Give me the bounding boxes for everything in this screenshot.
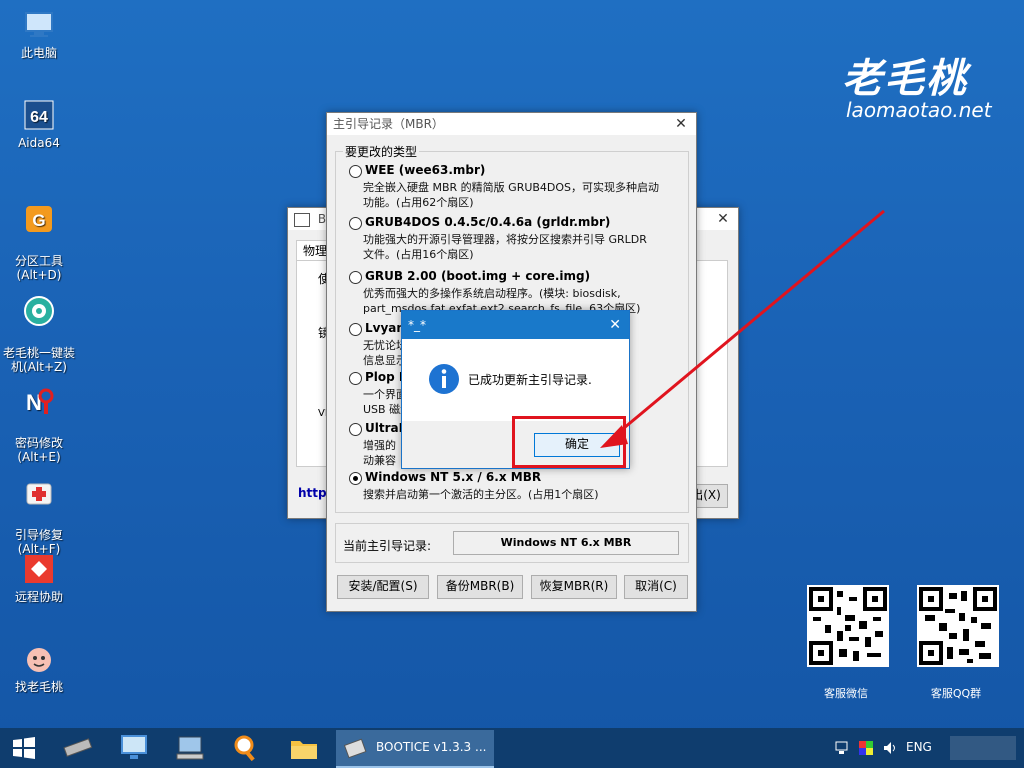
memory-chip-icon[interactable] [62, 732, 94, 764]
mbr-group-label: 要更改的类型 [343, 143, 420, 160]
mbr-titlebar[interactable]: 主引导记录（MBR） ✕ [327, 113, 696, 135]
info-icon [429, 364, 459, 394]
message-box-title: *_* [408, 318, 426, 332]
volume-tray-icon[interactable] [882, 740, 898, 756]
cancel-button[interactable]: 取消(C) [624, 575, 688, 599]
brand-logo: 老毛桃 [842, 55, 968, 102]
message-box-titlebar[interactable]: *_* ✕ [402, 311, 629, 339]
desktop-icon-label: 此电脑 [20, 46, 57, 60]
close-icon[interactable]: ✕ [609, 311, 621, 339]
brand-url: laomaotao.net [846, 98, 992, 122]
mbr-title: 主引导记录（MBR） [333, 117, 444, 131]
taskbar-task-label: BOOTICE v1.3.3 ... [376, 740, 487, 754]
option-desc-windows-nt: 搜索并启动第一个激活的主分区。(占用1个扇区) [363, 488, 599, 501]
radio-grub2[interactable] [349, 271, 362, 284]
device-manager-icon[interactable] [174, 732, 206, 764]
desktop-icon-partition[interactable]: G 分区工具 (Alt+D) [4, 188, 74, 282]
computer-icon [25, 12, 53, 37]
language-indicator[interactable]: ENG [906, 740, 932, 754]
restore-mbr-button[interactable]: 恢复MBR(R) [531, 575, 617, 599]
taskbar-active-task[interactable]: BOOTICE v1.3.3 ... [336, 730, 494, 768]
bootice-app-icon [294, 212, 310, 227]
taskbar: BOOTICE v1.3.3 ... ENG [0, 728, 1024, 768]
qr-caption-qq: 客服QQ群 [930, 687, 982, 700]
radio-wee[interactable] [349, 165, 362, 178]
option-title-windows-nt: Windows NT 5.x / 6.x MBR [365, 470, 542, 484]
password-change-icon: N [26, 388, 54, 415]
desktop-icon-aida64[interactable]: 64 Aida64 [4, 98, 74, 150]
search-tool-icon[interactable] [230, 732, 262, 764]
qr-pattern-icon [919, 587, 997, 665]
backup-mbr-button[interactable]: 备份MBR(B) [437, 575, 523, 599]
radio-ultraiso[interactable] [349, 423, 362, 436]
boot-repair-icon [26, 483, 52, 505]
install-config-button[interactable]: 安装/配置(S) [337, 575, 429, 599]
radio-lvyana[interactable] [349, 323, 362, 336]
folder-icon[interactable] [288, 732, 320, 764]
network-computer-icon[interactable] [118, 732, 150, 764]
desktop-icon-computer[interactable]: 此电脑 [4, 8, 74, 60]
desktop-icon-boot-repair[interactable]: 引导修复 (Alt+F) [4, 462, 74, 556]
option-title-grub2: GRUB 2.00 (boot.img + core.img) [365, 269, 591, 283]
highlight-box [512, 416, 626, 468]
desktop-icon-find[interactable]: 找老毛桃 [4, 642, 74, 694]
svg-text:64: 64 [30, 109, 48, 126]
current-mbr-value: Windows NT 6.x MBR [453, 531, 679, 555]
current-mbr-label: 当前主引导记录: [343, 539, 432, 553]
clock-area[interactable] [950, 736, 1016, 760]
one-click-install-icon [24, 296, 54, 326]
remote-assist-icon [25, 555, 53, 583]
close-icon[interactable]: ✕ [708, 208, 738, 230]
radio-grub4dos[interactable] [349, 217, 362, 230]
desktop-icon-label: 远程协助 [14, 590, 63, 604]
partition-tool-icon: G [26, 206, 52, 232]
option-title-wee: WEE (wee63.mbr) [365, 163, 486, 177]
message-text: 已成功更新主引导记录. [468, 373, 592, 387]
radio-windows-nt[interactable] [349, 472, 362, 485]
radio-plop[interactable] [349, 372, 362, 385]
find-laomaotao-icon [27, 648, 51, 672]
desktop-icon-install[interactable]: 老毛桃一键装 机(Alt+Z) [0, 280, 78, 374]
network-tray-icon[interactable] [834, 740, 850, 756]
aida64-icon: 64 [24, 100, 54, 130]
bootice-task-icon [344, 738, 367, 759]
close-icon[interactable]: ✕ [666, 113, 696, 135]
windows-start-icon[interactable] [8, 732, 40, 764]
desktop-icon-label: 分区工具 (Alt+D) [14, 254, 63, 282]
desktop-icon-remote[interactable]: 远程协助 [4, 552, 74, 604]
qr-code-qq [917, 585, 999, 667]
qr-caption-wechat: 客服微信 [824, 687, 868, 700]
desktop-icon-label: Aida64 [18, 136, 60, 150]
option-desc-wee: 完全嵌入硬盘 MBR 的精简版 GRUB4DOS，可实现多种启动 功能。(占用6… [363, 181, 660, 209]
qr-pattern-icon [809, 587, 887, 665]
qr-code-wechat [807, 585, 889, 667]
svg-text:G: G [32, 211, 45, 230]
desktop-icon-label: 找老毛桃 [14, 680, 63, 694]
option-title-grub4dos: GRUB4DOS 0.4.5c/0.4.6a (grldr.mbr) [365, 215, 611, 229]
color-tray-icon[interactable] [858, 740, 874, 756]
desktop-icon-password[interactable]: N 密码修改 (Alt+E) [4, 370, 74, 464]
desktop-icon-label: 密码修改 (Alt+E) [14, 436, 63, 464]
option-desc-grub4dos: 功能强大的开源引导管理器，将按分区搜索并引导 GRLDR 文件。(占用16个扇区… [363, 233, 647, 261]
